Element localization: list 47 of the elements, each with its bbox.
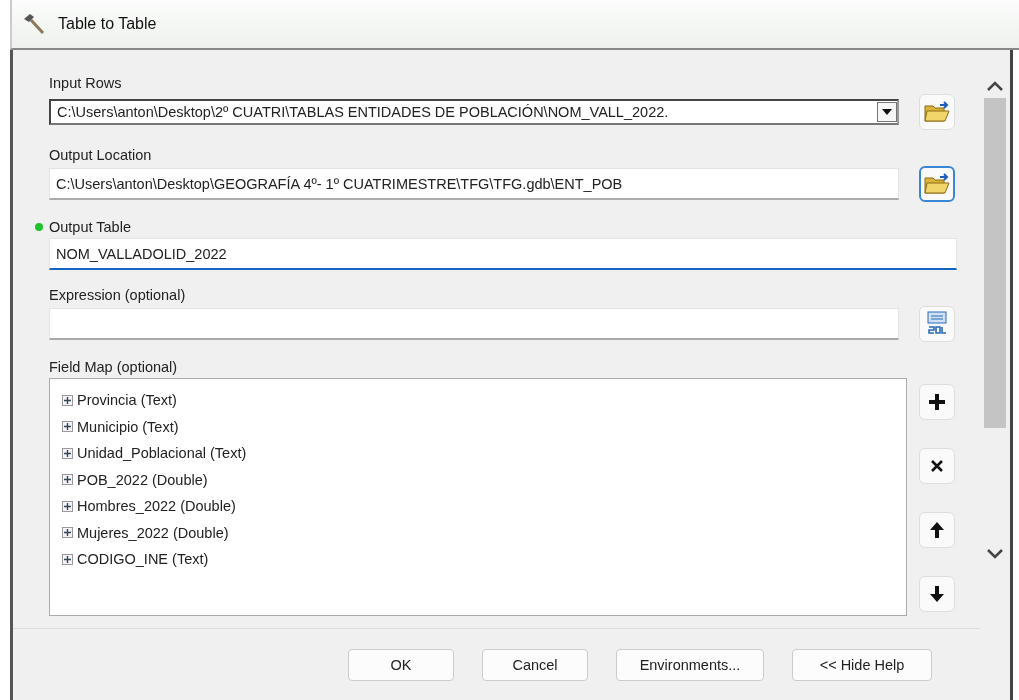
close-icon bbox=[930, 459, 944, 473]
field-map-label: Field Map (optional) bbox=[49, 358, 179, 377]
field-map-item[interactable]: CODIGO_INE (Text) bbox=[77, 551, 209, 568]
dropdown-arrow-icon bbox=[882, 109, 892, 115]
expand-icon[interactable] bbox=[62, 447, 73, 459]
expand-icon[interactable] bbox=[62, 500, 73, 512]
field-map-item[interactable]: Unidad_Poblacional (Text) bbox=[77, 445, 247, 462]
expand-icon[interactable] bbox=[62, 553, 73, 565]
input-field[interactable]: C:\Users\anton\Desktop\GEOGRAFÍA 4º- 1º CUATRIMESTRE\TFG\TFG.gdb\ENT_POB bbox=[49, 168, 899, 200]
expand-icon[interactable] bbox=[62, 527, 73, 539]
required-dot bbox=[35, 223, 43, 231]
dialog-button[interactable]: OK bbox=[348, 648, 454, 681]
field-map-item[interactable]: POB_2022 (Double) bbox=[77, 471, 208, 488]
expand-icon[interactable] bbox=[62, 394, 73, 406]
expand-icon[interactable] bbox=[62, 474, 73, 486]
sql-button[interactable] bbox=[919, 306, 955, 342]
field-map-item[interactable]: Provincia (Text) bbox=[77, 392, 177, 409]
dialog-button[interactable]: Environments... bbox=[616, 648, 764, 681]
sql-icon bbox=[926, 311, 948, 337]
arrow-up-icon bbox=[929, 521, 945, 539]
arrow-down-icon bbox=[929, 585, 945, 603]
dialog-button[interactable]: Cancel bbox=[482, 648, 588, 681]
expand-icon[interactable] bbox=[62, 421, 73, 433]
tool-button[interactable] bbox=[919, 512, 955, 548]
tool-button[interactable] bbox=[919, 384, 955, 420]
input-field[interactable] bbox=[49, 308, 899, 340]
dropdown-field[interactable]: C:\Users\anton\Desktop\2º CUATRI\TABLAS ENTIDADES DE POBLACIÓN\NOM_VALL_2022. bbox=[49, 99, 899, 125]
field-map-item[interactable]: Municipio (Text) bbox=[77, 418, 179, 435]
field-map-item[interactable]: Hombres_2022 (Double) bbox=[77, 498, 236, 515]
hammer-icon bbox=[22, 12, 46, 36]
folder-icon bbox=[924, 173, 950, 195]
folder-icon bbox=[924, 101, 950, 123]
tool-button[interactable] bbox=[919, 576, 955, 612]
parameter-label: Output Table bbox=[49, 218, 131, 237]
window-title: Table to Table bbox=[58, 15, 157, 33]
field-map-item[interactable]: Mujeres_2022 (Double) bbox=[77, 524, 229, 541]
browse-button[interactable] bbox=[919, 166, 955, 202]
plus-icon bbox=[928, 393, 946, 411]
scrollbar-thumb[interactable] bbox=[984, 98, 1006, 428]
scroll-down-icon[interactable] bbox=[986, 548, 1004, 560]
scroll-up-icon[interactable] bbox=[986, 80, 1004, 92]
input-field[interactable]: NOM_VALLADOLID_2022 bbox=[49, 238, 957, 270]
parameter-label: Expression (optional) bbox=[49, 286, 186, 305]
parameter-label: Output Location bbox=[49, 146, 152, 165]
dialog-button[interactable]: << Hide Help bbox=[792, 648, 932, 681]
tool-button[interactable] bbox=[919, 448, 955, 484]
parameter-label: Input Rows bbox=[49, 74, 122, 93]
